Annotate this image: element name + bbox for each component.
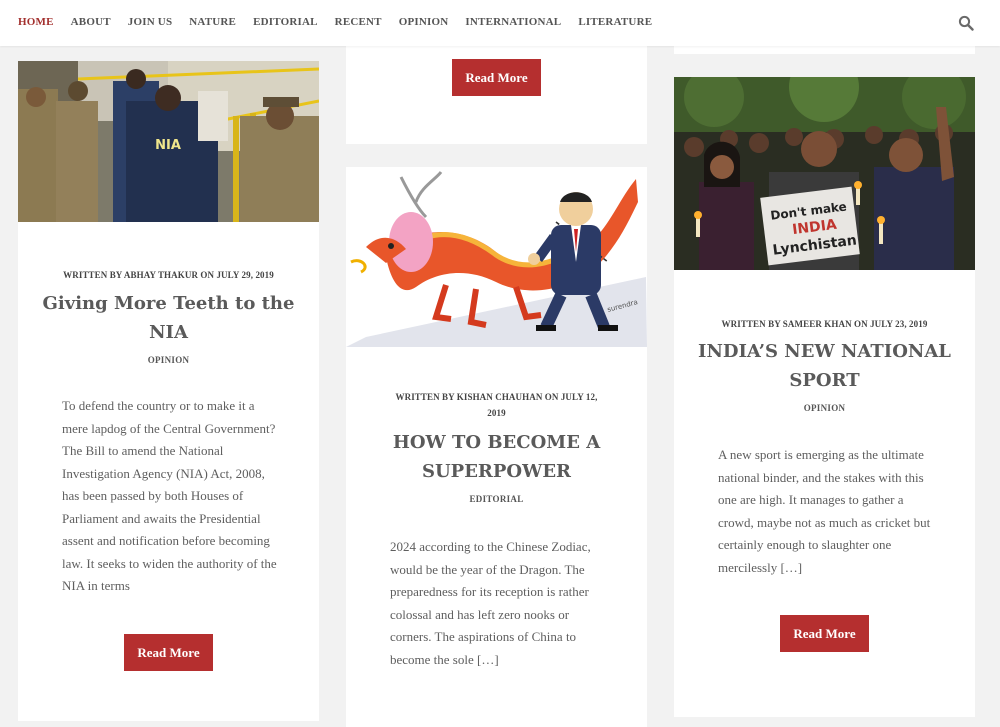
post-image-dragon-cartoon[interactable]: surendra [346, 167, 647, 347]
post-title-line[interactable]: HOW TO BECOME A [346, 428, 647, 457]
nav-item-recent[interactable]: RECENT [335, 16, 382, 28]
post-meta: WRITTEN BY SAMEER KHAN ON JULY 23, 2019 [721, 319, 928, 329]
post-image-protest[interactable]: Don't make INDIA Lynchistan [674, 77, 975, 270]
post-excerpt: A new sport is emerging as the ultimate … [718, 447, 931, 575]
nav-item-editorial[interactable]: EDITORIAL [253, 16, 318, 28]
nia-jacket-text: NIA [155, 138, 181, 153]
nav-item-opinion[interactable]: OPINION [399, 16, 449, 28]
nav-item-join-us[interactable]: JOIN US [128, 16, 173, 28]
post-excerpt: To defend the country or to make it a me… [62, 398, 277, 593]
nav-item-international[interactable]: INTERNATIONAL [465, 16, 561, 28]
post-excerpt: 2024 according to the Chinese Zodiac, wo… [390, 539, 591, 667]
post-card-nia: NIA WRITTEN BY ABHAY THAKUR ON JULY 29, … [18, 61, 319, 721]
post-meta: WRITTEN BY ABHAY THAKUR ON JULY 29, 2019 [63, 270, 274, 280]
nav-item-nature[interactable]: NATURE [189, 16, 236, 28]
post-title-line[interactable]: SUPERPOWER [346, 457, 647, 486]
post-category[interactable]: OPINION [18, 355, 319, 365]
search-icon[interactable] [958, 15, 974, 31]
post-title-line[interactable]: Giving More Teeth to the [18, 289, 319, 318]
post-image-nia-officers[interactable]: NIA [18, 61, 319, 222]
post-meta: WRITTEN BY KISHAN CHAUHAN ON JULY 12, 20… [346, 389, 647, 421]
post-title-line[interactable]: NIA [18, 318, 319, 347]
post-title-line[interactable]: INDIA’S NEW NATIONAL [674, 337, 975, 366]
nav-item-about[interactable]: ABOUT [71, 16, 111, 28]
read-more-button[interactable]: Read More [124, 634, 213, 671]
post-title[interactable]: HOW TO BECOME A SUPERPOWER [346, 428, 647, 486]
post-card-superpower: surendra WRITTEN BY KISHAN CHAUHAN ON JU… [346, 167, 647, 727]
main-menu: HOME ABOUT JOIN US NATURE EDITORIAL RECE… [18, 16, 669, 28]
post-title-line[interactable]: SPORT [674, 366, 975, 395]
post-meta-line: WRITTEN BY KISHAN CHAUHAN ON JULY 12, [395, 392, 598, 402]
post-title[interactable]: Giving More Teeth to the NIA [18, 289, 319, 347]
post-card-national-sport: Don't make INDIA Lynchistan WRITTEN BY S… [674, 77, 975, 717]
nav-item-home[interactable]: HOME [18, 16, 54, 28]
post-meta-line: 2019 [487, 408, 506, 418]
read-more-button[interactable]: Read More [452, 59, 541, 96]
post-category[interactable]: EDITORIAL [346, 494, 647, 504]
nav-item-literature[interactable]: LITERATURE [578, 16, 652, 28]
post-title[interactable]: INDIA’S NEW NATIONAL SPORT [674, 337, 975, 395]
post-card-previous: Read More [346, 36, 647, 144]
top-navigation: HOME ABOUT JOIN US NATURE EDITORIAL RECE… [0, 0, 1000, 46]
read-more-button[interactable]: Read More [780, 615, 869, 652]
post-category[interactable]: OPINION [674, 403, 975, 413]
